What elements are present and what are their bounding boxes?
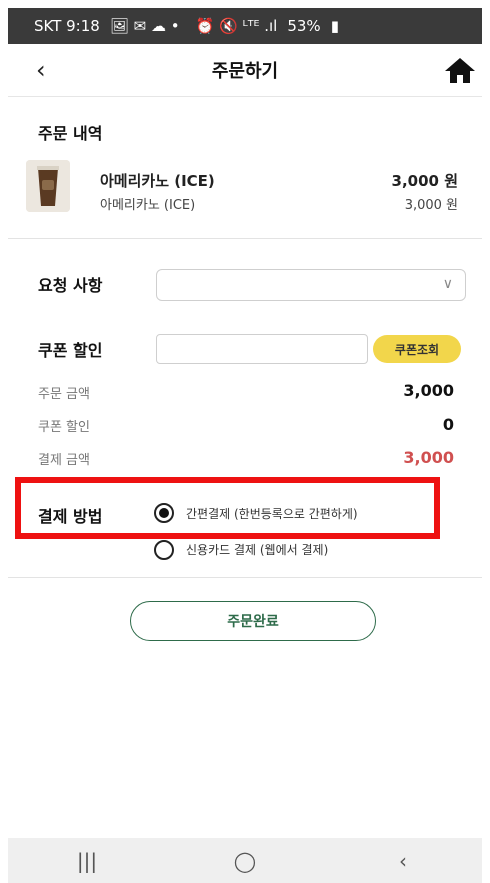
request-label: 요청 사항 [38,276,103,295]
payment-amount-label: 결제 금액 [38,453,90,468]
recent-apps-button[interactable]: ||| [57,849,117,873]
americano-thumbnail [26,160,70,212]
coupon-input[interactable] [156,334,368,364]
item-name: 아메리카노 (ICE) [100,172,215,190]
status-bar: SKT 9:18 🖼 ✉ ☁ • ⏰ 🔇 ᴸᵀᴱ .ıl 53% ▮ [8,8,482,44]
notification-icons: 🖼 ✉ ☁ • [109,17,180,35]
credit-card-radio[interactable] [154,540,174,560]
battery-level: 53% [287,17,321,35]
highlight-box [15,477,440,539]
status-icons: ⏰ 🔇 ᴸᵀᴱ .ıl [195,17,278,35]
coupon-label: 쿠폰 할인 [38,341,103,360]
order-amount-value: 3,000 [403,381,454,400]
payment-amount-value: 3,000 [403,448,454,467]
divider [8,577,482,578]
home-button[interactable]: ◯ [215,849,275,873]
divider [8,238,482,239]
back-button[interactable]: ‹ [36,56,46,84]
coupon-discount-label: 쿠폰 할인 [38,420,90,435]
chevron-down-icon: ∨ [442,276,453,292]
battery-icon: ▮ [330,17,339,35]
page-title: 주문하기 [211,61,279,82]
order-section-title: 주문 내역 [38,124,103,143]
coupon-discount-value: 0 [442,415,454,434]
home-icon[interactable] [442,56,478,84]
item-option-price: 3,000 원 [404,198,458,213]
app-header: ‹ 주문하기 [8,44,482,97]
item-option: 아메리카노 (ICE) [100,198,196,213]
system-nav-bar: ||| ◯ ‹ [8,838,482,883]
order-amount-label: 주문 금액 [38,387,90,402]
carrier-time: SKT 9:18 [34,17,100,35]
credit-card-label: 신용카드 결제 (웹에서 결제) [186,543,329,557]
item-price: 3,000 원 [391,172,458,190]
request-select[interactable]: ∨ [156,269,466,301]
complete-order-button[interactable]: 주문완료 [130,601,376,641]
back-nav-button[interactable]: ‹ [373,849,433,873]
coupon-lookup-button[interactable]: 쿠폰조회 [373,335,461,363]
